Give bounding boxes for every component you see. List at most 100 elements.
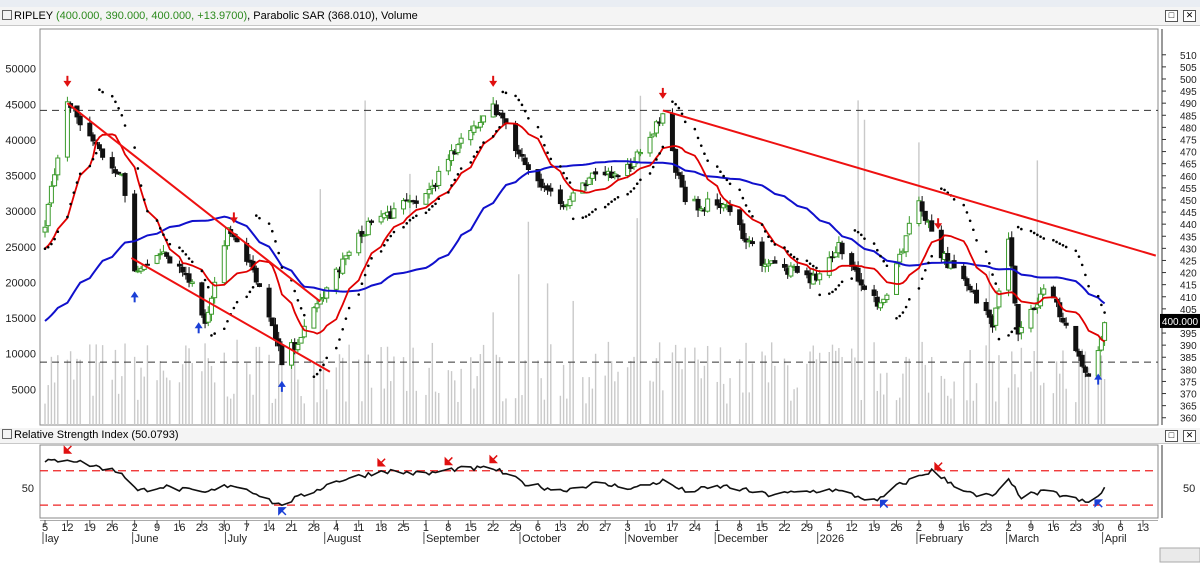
sar-dot: [139, 184, 143, 187]
candle-body: [593, 171, 599, 175]
candle-body: [100, 148, 106, 158]
sar-dot: [341, 327, 345, 331]
date-tick-label: 28: [308, 522, 320, 534]
candle-body: [570, 192, 576, 202]
candle-body: [794, 265, 800, 273]
sar-dot: [203, 278, 207, 282]
rsi-chart-panel[interactable]: Relative Strength Index (50.0793) □ ✕ 50…: [0, 428, 1200, 520]
sar-dot: [142, 198, 146, 201]
sar-dot: [840, 280, 844, 284]
sar-dot: [312, 375, 316, 379]
sar-dot: [277, 251, 280, 255]
sar-dot: [773, 243, 777, 246]
candle-body: [77, 115, 83, 126]
candle-body: [1050, 286, 1056, 299]
sar-dot: [1042, 237, 1046, 240]
sar-dot: [789, 253, 793, 256]
candle-body: [436, 170, 442, 186]
sar-dot: [53, 237, 56, 241]
price-tick-label: 360: [1180, 414, 1197, 425]
sar-dot: [629, 190, 633, 193]
candle-body: [45, 203, 51, 227]
sar-dot: [517, 98, 521, 102]
sar-dot: [370, 257, 373, 260]
sar-dot: [155, 219, 159, 222]
volume-tick-label: 30000: [5, 206, 36, 218]
sar-dot: [603, 205, 607, 209]
price-tick-label: 505: [1180, 63, 1197, 74]
sar-dot: [415, 214, 418, 218]
candle-body: [1031, 307, 1037, 311]
sar-dot: [994, 282, 998, 285]
sar-dot: [136, 167, 140, 170]
candle-body: [961, 265, 967, 280]
sar-dot: [770, 239, 773, 243]
date-tick-label: 16: [1047, 522, 1059, 534]
candle-body: [1063, 322, 1069, 326]
candle-body: [64, 101, 70, 158]
date-tick-label: 13: [1137, 522, 1149, 534]
price-tick-label: 470: [1180, 148, 1197, 159]
date-tick-label: 25: [397, 522, 409, 534]
sar-dot: [270, 229, 274, 233]
candle-body: [669, 113, 675, 152]
sar-dot: [571, 217, 575, 221]
sar-dot: [719, 170, 722, 174]
candle-body: [343, 255, 349, 260]
sar-dot: [751, 214, 754, 218]
date-tick-label: 21: [285, 522, 297, 534]
sar-dot: [872, 242, 876, 245]
candle-body: [401, 200, 407, 210]
sar-dot: [536, 125, 540, 129]
price-tick-label: 435: [1180, 232, 1197, 243]
price-tick-label: 480: [1180, 123, 1197, 134]
sar-dot: [805, 259, 809, 263]
sar-dot: [1087, 284, 1090, 288]
sar-dot: [703, 152, 706, 156]
candle-body: [253, 267, 259, 283]
price-chart-panel[interactable]: RIPLEY (400.000, 390.000, 400.000, +13.9…: [0, 7, 1200, 427]
sar-dot: [677, 106, 681, 110]
sar-dot: [895, 316, 898, 320]
price-tick-label: 440: [1180, 220, 1197, 231]
sar-dot: [491, 135, 495, 138]
sar-dot: [411, 216, 415, 220]
candle-body: [369, 220, 375, 223]
price-tick-label: 495: [1180, 87, 1197, 98]
candle-body: [772, 260, 778, 264]
sar-dot: [546, 151, 549, 155]
sar-dot: [1032, 231, 1036, 235]
sar-dot: [767, 235, 770, 239]
scroll-corner: [1159, 547, 1200, 563]
sar-dot: [674, 102, 677, 106]
sar-dot: [795, 257, 799, 261]
sar-dot: [431, 205, 434, 208]
sar-dot: [75, 181, 79, 184]
candle-body: [673, 148, 679, 173]
sar-dot: [671, 100, 674, 103]
candle-body: [426, 188, 432, 195]
sar-dot: [427, 208, 431, 211]
sar-dot: [178, 246, 181, 249]
sar-dot: [901, 311, 905, 314]
sar-dot: [648, 172, 652, 175]
price-tick-label: 395: [1180, 329, 1197, 340]
candle-body: [176, 263, 182, 267]
candle-body: [87, 122, 93, 137]
sar-dot: [424, 211, 428, 215]
sar-dot: [1074, 249, 1078, 253]
sar-dot: [930, 254, 934, 258]
date-tick-label: 22: [487, 522, 499, 534]
sar-dot: [472, 155, 476, 158]
sar-dot: [50, 242, 53, 246]
sar-dot: [165, 238, 168, 242]
candle-body: [765, 263, 771, 267]
volume-tick-label: 10000: [5, 349, 36, 361]
sar-dot: [447, 191, 450, 194]
volume-tick-label: 15000: [5, 313, 36, 325]
sar-dot: [338, 338, 341, 341]
candle-body: [557, 189, 563, 205]
candle-body: [519, 154, 525, 157]
candle-body: [993, 307, 999, 326]
sar-dot: [514, 94, 517, 98]
